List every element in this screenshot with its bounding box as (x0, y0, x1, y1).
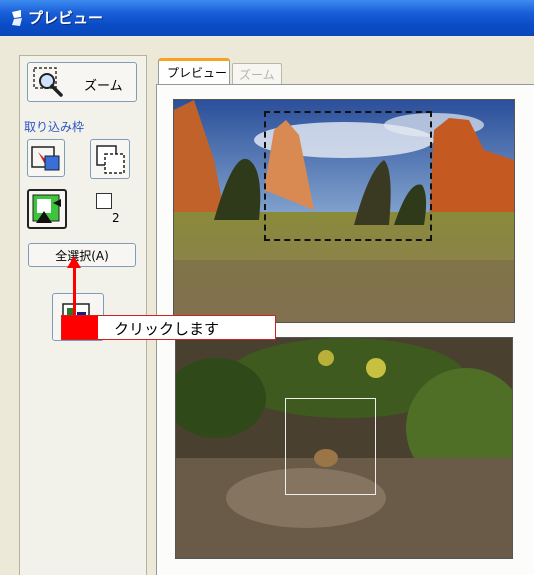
selection-marquee-1[interactable] (264, 111, 432, 241)
capture-frame-label: 取り込み枠 (24, 120, 85, 134)
selection-marquee-2[interactable] (285, 398, 376, 495)
copy-frame-button[interactable] (90, 139, 130, 179)
callout-arrow-icon (67, 256, 81, 268)
tab-preview[interactable]: プレビュー (158, 58, 230, 84)
tab-zoom-label: ズーム (239, 68, 275, 82)
magnifier-icon (32, 66, 64, 98)
select-all-button[interactable]: 全選択(A) (28, 243, 136, 267)
zoom-button[interactable]: ズーム (27, 62, 137, 102)
title-bar: プレビュー (0, 0, 534, 36)
callout-marker (62, 316, 98, 339)
tab-preview-label: プレビュー (167, 66, 228, 80)
frame-count-icon (96, 193, 112, 209)
select-all-label: 全選択(A) (55, 249, 109, 263)
app-icon (9, 9, 25, 27)
zoom-button-label: ズーム (84, 79, 123, 94)
callout-arrow-line (73, 266, 76, 316)
callout-text: クリックします (114, 320, 220, 338)
marquee-tool-button[interactable] (27, 139, 65, 177)
callout-annotation: クリックします (61, 315, 276, 340)
window-title: プレビュー (28, 9, 104, 27)
frame-count: 2 (112, 211, 120, 225)
tab-zoom[interactable]: ズーム (232, 63, 282, 84)
auto-frame-button[interactable] (27, 189, 67, 229)
